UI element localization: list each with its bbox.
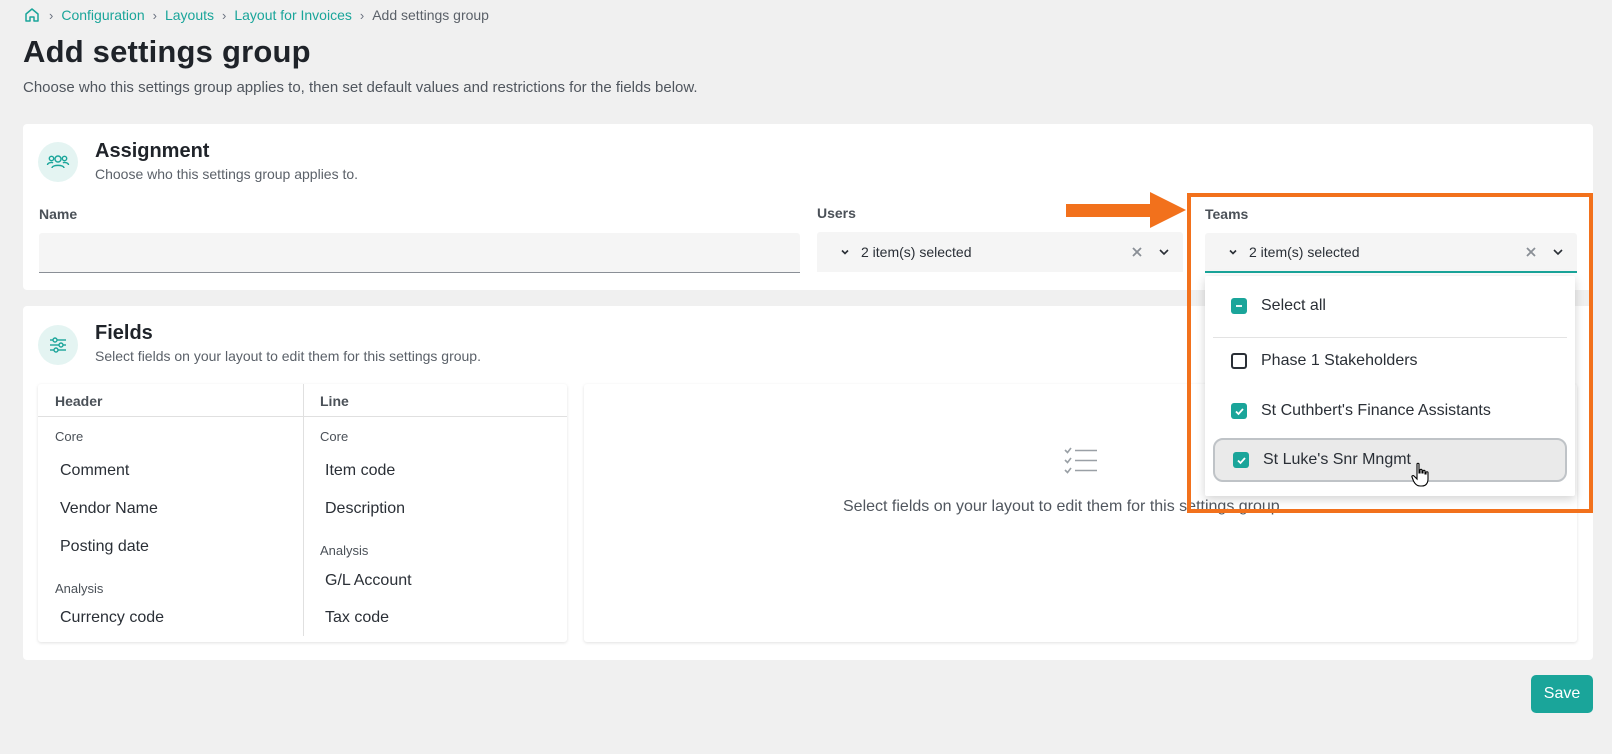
users-group-icon	[38, 142, 78, 182]
breadcrumb-separator: ›	[152, 7, 157, 23]
clear-icon[interactable]	[1131, 246, 1143, 258]
teams-selected-value: 2 item(s) selected	[1249, 244, 1360, 260]
clear-icon[interactable]	[1525, 246, 1537, 258]
checked-checkbox-icon[interactable]	[1233, 452, 1249, 468]
header-field-item[interactable]: Vendor Name	[60, 500, 158, 518]
hand-pointer-icon	[1411, 462, 1431, 493]
chevron-down-icon	[839, 246, 851, 258]
chevron-down-icon[interactable]	[1551, 245, 1565, 259]
header-field-item[interactable]: Posting date	[60, 538, 149, 556]
fields-description: Select fields on your layout to edit the…	[95, 348, 481, 364]
line-field-item[interactable]: Description	[325, 500, 405, 518]
fields-table: Header Line Core Comment Vendor Name Pos…	[38, 384, 567, 642]
checked-checkbox-icon[interactable]	[1231, 403, 1247, 419]
breadcrumb-current: Add settings group	[372, 7, 489, 23]
team-option[interactable]: St Luke's Snr Mngmt	[1213, 438, 1567, 482]
line-field-item[interactable]: G/L Account	[325, 572, 412, 590]
users-label: Users	[817, 205, 856, 221]
teams-multiselect[interactable]: 2 item(s) selected	[1205, 233, 1577, 273]
chevron-down-icon	[1227, 246, 1239, 258]
users-selected-value: 2 item(s) selected	[861, 244, 972, 260]
sliders-icon	[38, 325, 78, 365]
team-option[interactable]: St Cuthbert's Finance Assistants	[1213, 389, 1567, 433]
unchecked-checkbox-icon[interactable]	[1231, 353, 1247, 369]
indeterminate-checkbox-icon[interactable]	[1231, 298, 1247, 314]
breadcrumb-separator: ›	[359, 7, 365, 23]
breadcrumb-link-layout-for-invoices[interactable]: Layout for Invoices	[234, 7, 352, 23]
column-divider	[303, 384, 304, 636]
team-option[interactable]: Phase 1 Stakeholders	[1213, 339, 1567, 383]
save-button[interactable]: Save	[1531, 675, 1593, 713]
assignment-description: Choose who this settings group applies t…	[95, 166, 359, 182]
line-analysis-group: Analysis	[320, 543, 369, 558]
breadcrumb-separator: ›	[222, 7, 227, 23]
select-all-label: Select all	[1261, 297, 1326, 314]
line-field-item[interactable]: Item code	[325, 462, 395, 480]
team-option-label: Phase 1 Stakeholders	[1261, 352, 1418, 369]
line-column-title: Line	[320, 393, 349, 409]
header-field-item[interactable]: Currency code	[60, 609, 164, 627]
name-label: Name	[39, 206, 78, 222]
line-core-group: Core	[320, 429, 349, 444]
dropdown-divider	[1213, 337, 1567, 338]
home-icon[interactable]	[23, 6, 41, 24]
chevron-down-icon[interactable]	[1157, 245, 1171, 259]
name-input[interactable]	[39, 233, 800, 273]
checklist-icon	[1064, 446, 1098, 481]
teams-label: Teams	[1205, 206, 1249, 222]
assignment-title: Assignment	[95, 140, 210, 162]
arrow-right-icon	[1066, 190, 1188, 235]
header-analysis-group: Analysis	[55, 581, 104, 596]
team-option-label: St Cuthbert's Finance Assistants	[1261, 402, 1491, 419]
breadcrumb: › Configuration › Layouts › Layout for I…	[23, 6, 489, 24]
header-core-group: Core	[55, 429, 84, 444]
breadcrumb-separator: ›	[49, 7, 54, 23]
breadcrumb-link-layouts[interactable]: Layouts	[165, 7, 214, 23]
teams-dropdown: Select all Phase 1 Stakeholders St Cuthb…	[1205, 276, 1575, 496]
fields-title: Fields	[95, 322, 153, 344]
header-column-title: Header	[55, 393, 103, 409]
team-option-label: St Luke's Snr Mngmt	[1263, 451, 1411, 468]
users-multiselect[interactable]: 2 item(s) selected	[817, 232, 1183, 272]
page-title: Add settings group	[23, 34, 311, 69]
line-field-item[interactable]: Tax code	[325, 609, 389, 627]
page-subtitle: Choose who this settings group applies t…	[23, 79, 698, 96]
breadcrumb-link-configuration[interactable]: Configuration	[61, 7, 144, 23]
select-all-option[interactable]: Select all	[1213, 284, 1567, 328]
empty-state-message: Select fields on your layout to edit the…	[843, 498, 1285, 515]
header-field-item[interactable]: Comment	[60, 462, 129, 480]
